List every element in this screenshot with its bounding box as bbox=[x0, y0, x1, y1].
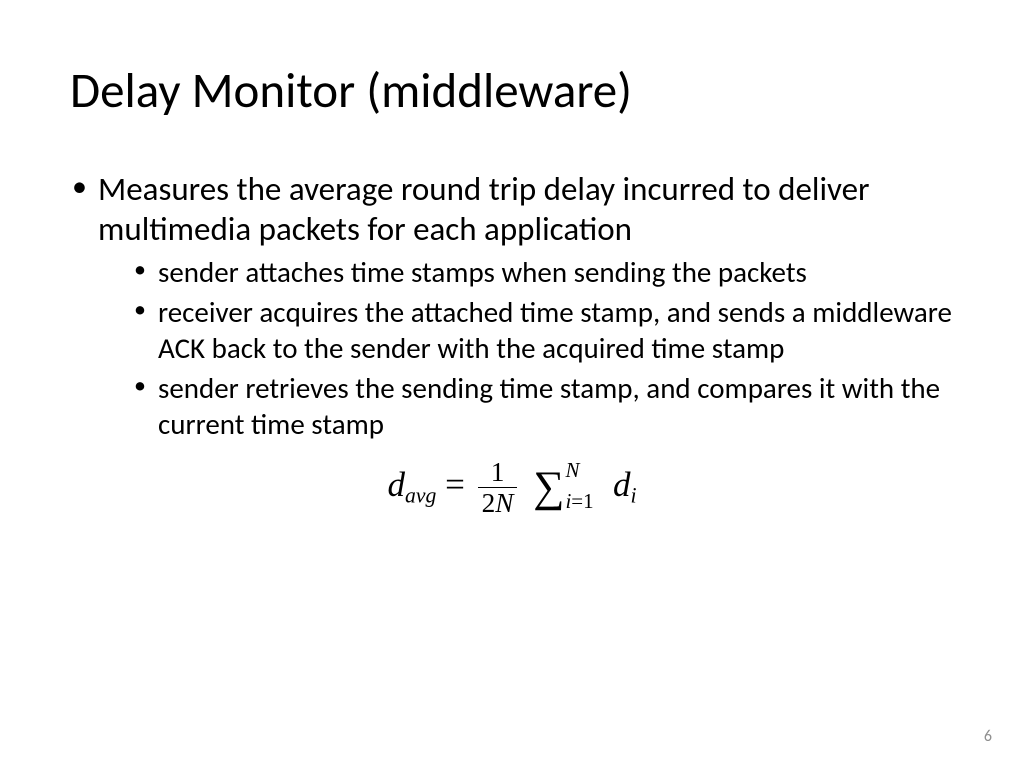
formula-sum-lower: i=1 bbox=[565, 491, 593, 512]
slide: Delay Monitor (middleware) Measures the … bbox=[0, 0, 1024, 768]
formula-eq: = bbox=[445, 465, 474, 504]
formula-fraction: 1 2N bbox=[478, 457, 518, 519]
formula-sum-upper: N bbox=[565, 460, 579, 481]
slide-title: Delay Monitor (middleware) bbox=[70, 62, 954, 121]
formula-frac-den-var: N bbox=[495, 488, 513, 518]
formula-frac-den: 2N bbox=[478, 488, 518, 519]
bullet-list: Measures the average round trip delay in… bbox=[70, 169, 954, 443]
sub-bullet-2: receiver acquires the attached time stam… bbox=[134, 295, 954, 367]
formula-term-sub: i bbox=[630, 483, 636, 507]
formula: davg = 1 2N ∑ N i=1 di bbox=[70, 457, 954, 519]
formula-sum-lo-eq: =1 bbox=[571, 489, 593, 513]
sigma-icon: ∑ bbox=[533, 463, 564, 511]
formula-term-var: d bbox=[613, 465, 631, 504]
bullet-main: Measures the average round trip delay in… bbox=[70, 169, 954, 443]
formula-frac-den-coef: 2 bbox=[482, 488, 496, 518]
page-number: 6 bbox=[984, 727, 992, 746]
sub-bullet-3: sender retrieves the sending time stamp,… bbox=[134, 371, 954, 443]
sub-bullet-1: sender attaches time stamps when sending… bbox=[134, 255, 954, 291]
sub-bullet-list: sender attaches time stamps when sending… bbox=[98, 255, 954, 443]
formula-lhs-sub: avg bbox=[405, 483, 436, 507]
formula-lhs-var: d bbox=[388, 465, 406, 504]
formula-sum: ∑ N i=1 bbox=[533, 466, 564, 510]
formula-frac-num: 1 bbox=[478, 457, 518, 488]
bullet-main-text: Measures the average round trip delay in… bbox=[98, 169, 870, 249]
